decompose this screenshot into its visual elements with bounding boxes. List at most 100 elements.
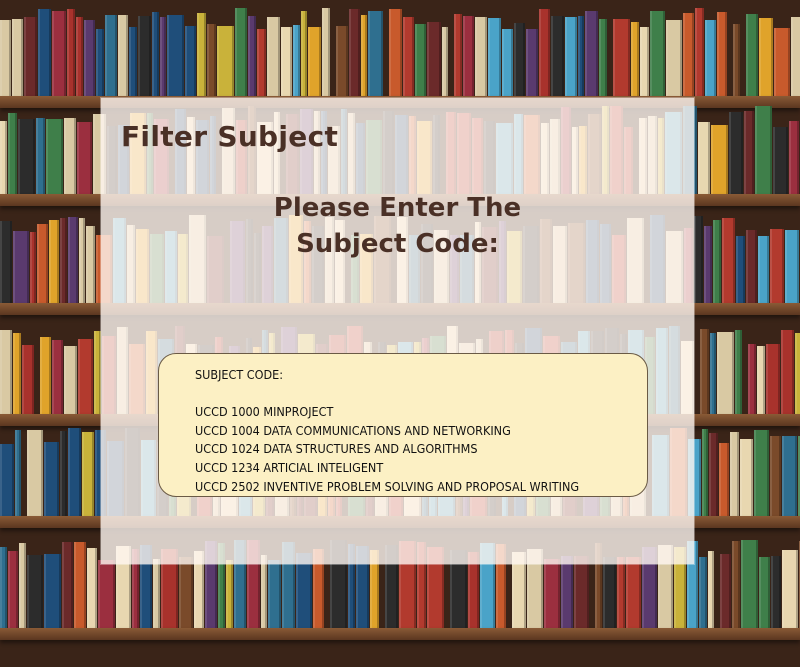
book-spine	[105, 15, 117, 96]
book-spine	[12, 19, 23, 96]
book-spine	[781, 330, 794, 414]
book-spine	[248, 16, 256, 96]
book-spine	[64, 346, 77, 414]
book-spine	[38, 9, 51, 96]
book-spine	[599, 19, 607, 96]
book-spine	[27, 430, 43, 516]
book-spine	[698, 122, 710, 194]
book-spine	[267, 17, 280, 96]
book-spine	[84, 20, 95, 96]
book-spine	[502, 29, 513, 96]
book-spine	[52, 340, 63, 414]
book-spine	[0, 330, 12, 414]
book-spine	[68, 428, 81, 516]
book-spine	[79, 218, 85, 303]
book-spine	[603, 557, 616, 628]
book-spine	[68, 217, 78, 303]
book-spine	[27, 555, 43, 628]
book-spine	[475, 17, 487, 96]
book-spine	[694, 216, 703, 303]
book-spine	[782, 436, 797, 516]
book-spine	[76, 17, 83, 96]
list-item: UCCD 1024 DATA STRUCTURES AND ALGORITHMS	[195, 441, 478, 457]
book-spine	[0, 20, 11, 96]
book-spine	[702, 429, 708, 516]
book-spine	[442, 27, 448, 96]
book-spine	[666, 20, 682, 96]
book-spine	[705, 20, 716, 96]
book-spine	[735, 330, 742, 414]
book-spine	[64, 118, 76, 194]
book-spine	[736, 236, 745, 303]
book-spine	[389, 9, 402, 96]
book-spine	[791, 17, 800, 96]
book-spine	[30, 232, 36, 303]
book-spine	[0, 121, 7, 194]
book-spine	[129, 27, 137, 96]
book-spine	[40, 337, 51, 414]
book-spine	[118, 15, 128, 96]
book-spine	[415, 24, 426, 96]
book-spine	[322, 8, 330, 96]
book-spine	[336, 26, 348, 96]
book-spine	[19, 543, 26, 628]
book-spine	[719, 443, 729, 516]
book-spine	[427, 22, 441, 96]
book-spine	[361, 15, 367, 96]
book-spine	[774, 28, 790, 96]
book-spine	[733, 24, 740, 96]
book-spine	[67, 9, 75, 96]
book-spine	[759, 18, 773, 96]
book-spine	[746, 14, 758, 96]
book-spine	[740, 439, 753, 516]
book-spine	[96, 29, 104, 96]
book-spine	[626, 557, 641, 628]
book-spine	[22, 345, 34, 414]
book-spine	[771, 556, 781, 628]
book-spine	[226, 560, 233, 628]
list-item: UCCD 1004 DATA COMMUNICATIONS AND NETWOR…	[195, 422, 511, 438]
book-spine	[773, 127, 788, 194]
book-spine	[60, 431, 67, 516]
book-spine	[257, 29, 266, 96]
book-spine	[24, 17, 37, 96]
subject-code-list-box: SUBJECT CODE: UCCD 1000 MINPROJECT UCCD …	[158, 353, 648, 497]
book-spine	[759, 557, 770, 628]
book-spine	[349, 9, 360, 96]
prompt-line-1: Please Enter The	[273, 193, 522, 223]
book-spine	[578, 16, 584, 96]
book-spine	[138, 16, 151, 96]
book-spine	[722, 218, 735, 303]
book-spine	[758, 236, 769, 303]
book-spine	[0, 547, 7, 628]
book-spine	[15, 430, 21, 516]
book-spine	[785, 230, 799, 303]
prompt-line-2: Subject Code:	[296, 229, 499, 259]
book-spine	[197, 13, 206, 96]
book-spine	[717, 332, 734, 414]
book-spine	[717, 12, 727, 96]
book-spine	[746, 230, 757, 303]
book-spine	[403, 17, 414, 96]
book-spine	[704, 226, 712, 303]
book-spine	[741, 540, 758, 628]
book-spine	[0, 221, 12, 303]
book-spine	[74, 542, 86, 628]
book-spine	[710, 333, 716, 414]
book-spine	[683, 13, 694, 96]
book-spine	[78, 339, 93, 414]
list-item: UCCD 2502 INVENTIVE PROBLEM SOLVING AND …	[195, 478, 580, 494]
book-spine	[789, 121, 799, 194]
book-spine	[185, 26, 196, 96]
book-spine	[561, 556, 573, 628]
book-spine	[699, 557, 707, 628]
book-spine	[730, 432, 739, 516]
book-spine	[463, 16, 474, 96]
book-spine	[36, 118, 45, 194]
book-spine	[795, 333, 800, 414]
book-spine	[301, 11, 307, 96]
book-spine	[62, 542, 73, 628]
filter-subject-panel: Filter Subject Please Enter The Subject …	[101, 98, 694, 564]
book-spine	[0, 444, 14, 516]
